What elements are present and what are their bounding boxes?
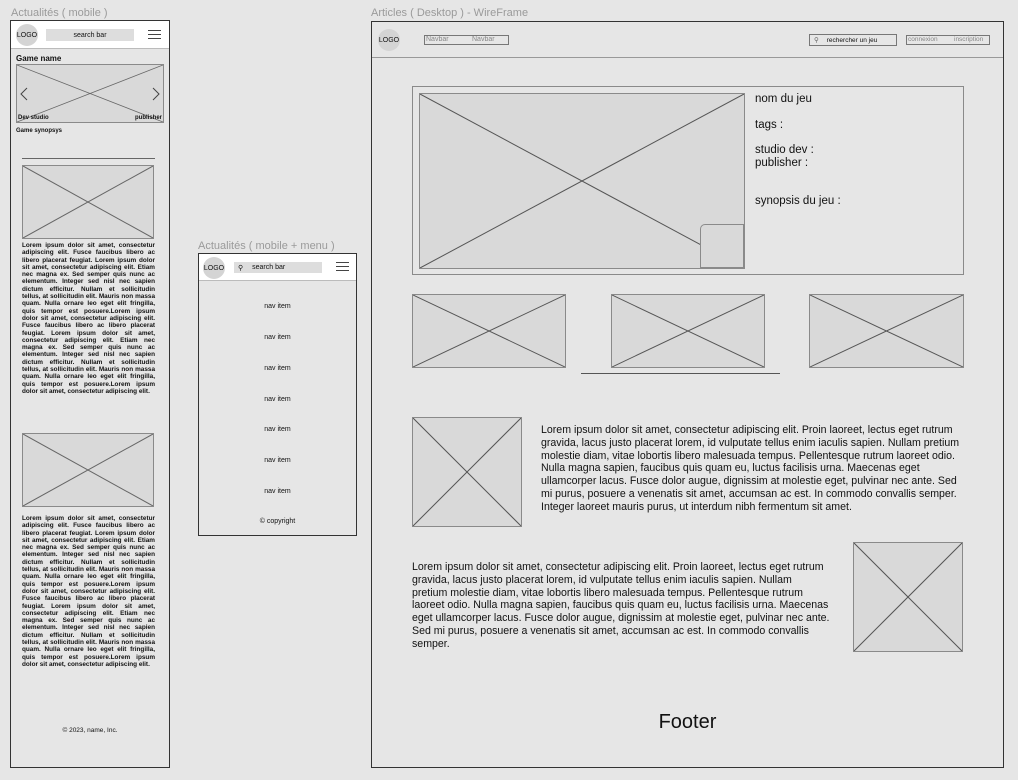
article-image-2 (853, 542, 963, 652)
desktop-navbar: Navbar Navbar (424, 35, 509, 45)
desktop-frame: LOGO Navbar Navbar ⚲ rechercher un jeu c… (371, 21, 1004, 768)
login-link[interactable]: connexion (908, 36, 938, 43)
desktop-search-input[interactable]: ⚲ rechercher un jeu (809, 34, 897, 46)
hero-image-thumbnail (700, 224, 744, 268)
mobile-article-text-1: Lorem ipsum dolor sit amet, consectetur … (22, 242, 155, 395)
mobile-footer: © 2023, name, Inc. (62, 727, 118, 734)
menu-search-label: search bar (252, 264, 286, 271)
nav-item-5[interactable]: nav item (199, 426, 356, 433)
hero-image (419, 93, 745, 269)
studio-label: studio dev : (755, 144, 814, 156)
desktop-footer: Footer (658, 711, 717, 733)
article-paragraph-1: Lorem ipsum dolor sit amet, consectetur … (541, 424, 960, 513)
mobile-carousel-image: Dev studio publisher (16, 64, 164, 123)
menu-frame: LOGO ⚲ search bar nav item nav item nav … (198, 253, 357, 536)
navbar-link-2[interactable]: Navbar (472, 36, 495, 43)
mobile-game-name: Game name (16, 54, 62, 63)
nav-item-7[interactable]: nav item (199, 488, 356, 495)
mobile-frame: LOGO search bar Game name Dev studio pub… (10, 20, 170, 768)
tags-label: tags : (755, 119, 784, 131)
mobile-dev-studio: Dev studio (18, 115, 49, 121)
publisher-label: publisher : (755, 157, 809, 169)
article-image-1 (412, 417, 522, 527)
nav-item-6[interactable]: nav item (199, 457, 356, 464)
nav-item-4[interactable]: nav item (199, 396, 356, 403)
menu-copyright: © copyright (259, 518, 296, 525)
signup-link[interactable]: inscription (954, 36, 983, 43)
desktop-logo[interactable]: LOGO (378, 29, 400, 51)
hamburger-menu-icon[interactable] (336, 262, 349, 272)
thumbnail-3[interactable] (809, 294, 964, 368)
mobile-synopsis: Game synopsys (16, 128, 63, 134)
mobile-article-image-2 (22, 433, 154, 507)
mobile-article-text-2: Lorem ipsum dolor sit amet, consectetur … (22, 515, 155, 668)
mobile-frame-title: Actualités ( mobile ) (11, 7, 108, 19)
nav-item-2[interactable]: nav item (199, 334, 356, 341)
menu-logo[interactable]: LOGO (203, 257, 225, 279)
search-icon: ⚲ (238, 264, 244, 272)
menu-frame-title: Actualités ( mobile + menu ) (198, 240, 335, 252)
mobile-article-image-1 (22, 165, 154, 239)
desktop-header: LOGO Navbar Navbar ⚲ rechercher un jeu c… (372, 22, 1003, 58)
mobile-header: LOGO search bar (11, 21, 169, 49)
carousel-prev-icon[interactable] (19, 87, 29, 101)
desktop-auth-links: connexion inscription (906, 35, 990, 45)
game-name-label: nom du jeu (755, 93, 812, 105)
mobile-divider (22, 158, 155, 159)
navbar-link-1[interactable]: Navbar (426, 36, 449, 43)
desktop-frame-title: Articles ( Desktop ) - WireFrame (371, 7, 529, 19)
carousel-next-icon[interactable] (151, 87, 161, 101)
mobile-publisher: publisher (134, 115, 162, 121)
mobile-search-bar[interactable]: search bar (46, 29, 134, 41)
hamburger-menu-icon[interactable] (148, 30, 161, 40)
desktop-search-placeholder: rechercher un jeu (826, 36, 878, 44)
thumbnail-2[interactable] (611, 294, 765, 368)
article-paragraph-2: Lorem ipsum dolor sit amet, consectetur … (412, 561, 830, 650)
thumbnail-1[interactable] (412, 294, 566, 368)
nav-item-1[interactable]: nav item (199, 303, 356, 310)
menu-search-bar[interactable]: ⚲ search bar (234, 262, 322, 273)
desktop-divider (581, 373, 780, 374)
synopsis-label: synopsis du jeu : (755, 195, 841, 207)
mobile-logo[interactable]: LOGO (16, 24, 38, 46)
menu-header: LOGO ⚲ search bar (199, 254, 356, 281)
search-icon: ⚲ (814, 37, 819, 44)
nav-item-3[interactable]: nav item (199, 365, 356, 372)
